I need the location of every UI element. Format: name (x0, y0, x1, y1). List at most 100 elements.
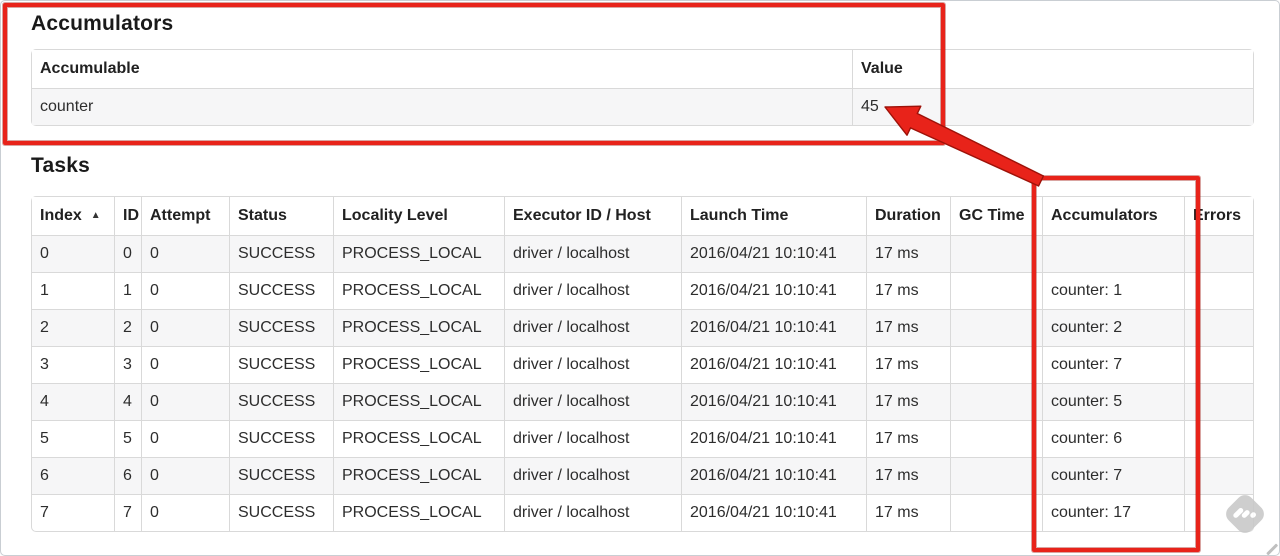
task-row: 4 4 0 SUCCESS PROCESS_LOCAL driver / loc… (32, 383, 1253, 420)
task-errors-cell (1184, 383, 1253, 420)
task-index-cell: 7 (32, 494, 114, 531)
task-attempt-cell: 0 (141, 235, 229, 272)
task-row: 0 0 0 SUCCESS PROCESS_LOCAL driver / loc… (32, 235, 1253, 272)
attempt-column-header[interactable]: Attempt (141, 197, 229, 235)
task-duration-cell: 17 ms (866, 494, 950, 531)
locality-level-column-header[interactable]: Locality Level (333, 197, 504, 235)
task-status-cell: SUCCESS (229, 457, 333, 494)
task-accumulators-cell: counter: 17 (1042, 494, 1184, 531)
index-header-label: Index (40, 207, 82, 224)
tasks-section-title: Tasks (31, 154, 90, 177)
index-column-header[interactable]: Index ▲ (32, 197, 114, 235)
task-gc-time-cell (950, 272, 1042, 309)
task-errors-cell (1184, 309, 1253, 346)
task-duration-cell: 17 ms (866, 457, 950, 494)
task-duration-cell: 17 ms (866, 309, 950, 346)
task-gc-time-cell (950, 346, 1042, 383)
accumulators-table: Accumulable Value counter 45 (31, 49, 1254, 126)
task-status-cell: SUCCESS (229, 420, 333, 457)
resize-handle-icon (1266, 543, 1278, 555)
task-index-cell: 1 (32, 272, 114, 309)
accumulable-column-header[interactable]: Accumulable (32, 50, 852, 88)
task-index-cell: 4 (32, 383, 114, 420)
tasks-header-row: Index ▲ ID Attempt Status Locality Level … (32, 197, 1253, 235)
task-errors-cell (1184, 346, 1253, 383)
task-id-cell: 5 (114, 420, 141, 457)
id-column-header[interactable]: ID (114, 197, 141, 235)
task-attempt-cell: 0 (141, 494, 229, 531)
task-row: 2 2 0 SUCCESS PROCESS_LOCAL driver / loc… (32, 309, 1253, 346)
task-id-cell: 4 (114, 383, 141, 420)
accumulators-header-row: Accumulable Value (32, 50, 1253, 88)
task-id-cell: 1 (114, 272, 141, 309)
task-locality-cell: PROCESS_LOCAL (333, 383, 504, 420)
task-index-cell: 6 (32, 457, 114, 494)
launch-time-column-header[interactable]: Launch Time (681, 197, 866, 235)
task-attempt-cell: 0 (141, 346, 229, 383)
task-id-cell: 3 (114, 346, 141, 383)
task-errors-cell (1184, 235, 1253, 272)
task-errors-cell (1184, 457, 1253, 494)
task-index-cell: 2 (32, 309, 114, 346)
task-duration-cell: 17 ms (866, 383, 950, 420)
task-launch-time-cell: 2016/04/21 10:10:41 (681, 457, 866, 494)
task-locality-cell: PROCESS_LOCAL (333, 235, 504, 272)
task-accumulators-cell: counter: 1 (1042, 272, 1184, 309)
task-row: 7 7 0 SUCCESS PROCESS_LOCAL driver / loc… (32, 494, 1253, 531)
status-column-header[interactable]: Status (229, 197, 333, 235)
task-duration-cell: 17 ms (866, 235, 950, 272)
task-launch-time-cell: 2016/04/21 10:10:41 (681, 346, 866, 383)
task-locality-cell: PROCESS_LOCAL (333, 457, 504, 494)
task-status-cell: SUCCESS (229, 346, 333, 383)
task-row: 5 5 0 SUCCESS PROCESS_LOCAL driver / loc… (32, 420, 1253, 457)
task-gc-time-cell (950, 235, 1042, 272)
task-id-cell: 7 (114, 494, 141, 531)
task-duration-cell: 17 ms (866, 420, 950, 457)
task-executor-cell: driver / localhost (504, 309, 681, 346)
task-status-cell: SUCCESS (229, 309, 333, 346)
task-executor-cell: driver / localhost (504, 346, 681, 383)
task-gc-time-cell (950, 383, 1042, 420)
task-executor-cell: driver / localhost (504, 272, 681, 309)
task-executor-cell: driver / localhost (504, 420, 681, 457)
task-status-cell: SUCCESS (229, 383, 333, 420)
task-id-cell: 6 (114, 457, 141, 494)
task-attempt-cell: 0 (141, 272, 229, 309)
gc-time-column-header[interactable]: GC Time (950, 197, 1042, 235)
task-row: 3 3 0 SUCCESS PROCESS_LOCAL driver / loc… (32, 346, 1253, 383)
task-locality-cell: PROCESS_LOCAL (333, 494, 504, 531)
task-accumulators-cell: counter: 7 (1042, 346, 1184, 383)
task-accumulators-cell: counter: 6 (1042, 420, 1184, 457)
task-launch-time-cell: 2016/04/21 10:10:41 (681, 235, 866, 272)
task-gc-time-cell (950, 494, 1042, 531)
duration-column-header[interactable]: Duration (866, 197, 950, 235)
executor-id-host-column-header[interactable]: Executor ID / Host (504, 197, 681, 235)
task-executor-cell: driver / localhost (504, 457, 681, 494)
task-row: 6 6 0 SUCCESS PROCESS_LOCAL driver / loc… (32, 457, 1253, 494)
spark-ui-stage-page: Accumulators Accumulable Value counter 4… (0, 0, 1280, 556)
accumulators-column-header[interactable]: Accumulators (1042, 197, 1184, 235)
task-accumulators-cell (1042, 235, 1184, 272)
value-column-header[interactable]: Value (852, 50, 1253, 88)
task-launch-time-cell: 2016/04/21 10:10:41 (681, 309, 866, 346)
task-launch-time-cell: 2016/04/21 10:10:41 (681, 494, 866, 531)
task-launch-time-cell: 2016/04/21 10:10:41 (681, 272, 866, 309)
task-status-cell: SUCCESS (229, 235, 333, 272)
task-gc-time-cell (950, 457, 1042, 494)
errors-column-header[interactable]: Errors (1184, 197, 1253, 235)
task-locality-cell: PROCESS_LOCAL (333, 272, 504, 309)
task-attempt-cell: 0 (141, 383, 229, 420)
task-locality-cell: PROCESS_LOCAL (333, 309, 504, 346)
task-index-cell: 3 (32, 346, 114, 383)
task-index-cell: 5 (32, 420, 114, 457)
task-status-cell: SUCCESS (229, 494, 333, 531)
tasks-table: Index ▲ ID Attempt Status Locality Level … (31, 196, 1254, 532)
task-executor-cell: driver / localhost (504, 235, 681, 272)
task-accumulators-cell: counter: 2 (1042, 309, 1184, 346)
task-id-cell: 2 (114, 309, 141, 346)
accumulable-value-cell: 45 (852, 88, 1253, 125)
task-executor-cell: driver / localhost (504, 383, 681, 420)
task-duration-cell: 17 ms (866, 346, 950, 383)
task-launch-time-cell: 2016/04/21 10:10:41 (681, 420, 866, 457)
task-errors-cell (1184, 420, 1253, 457)
